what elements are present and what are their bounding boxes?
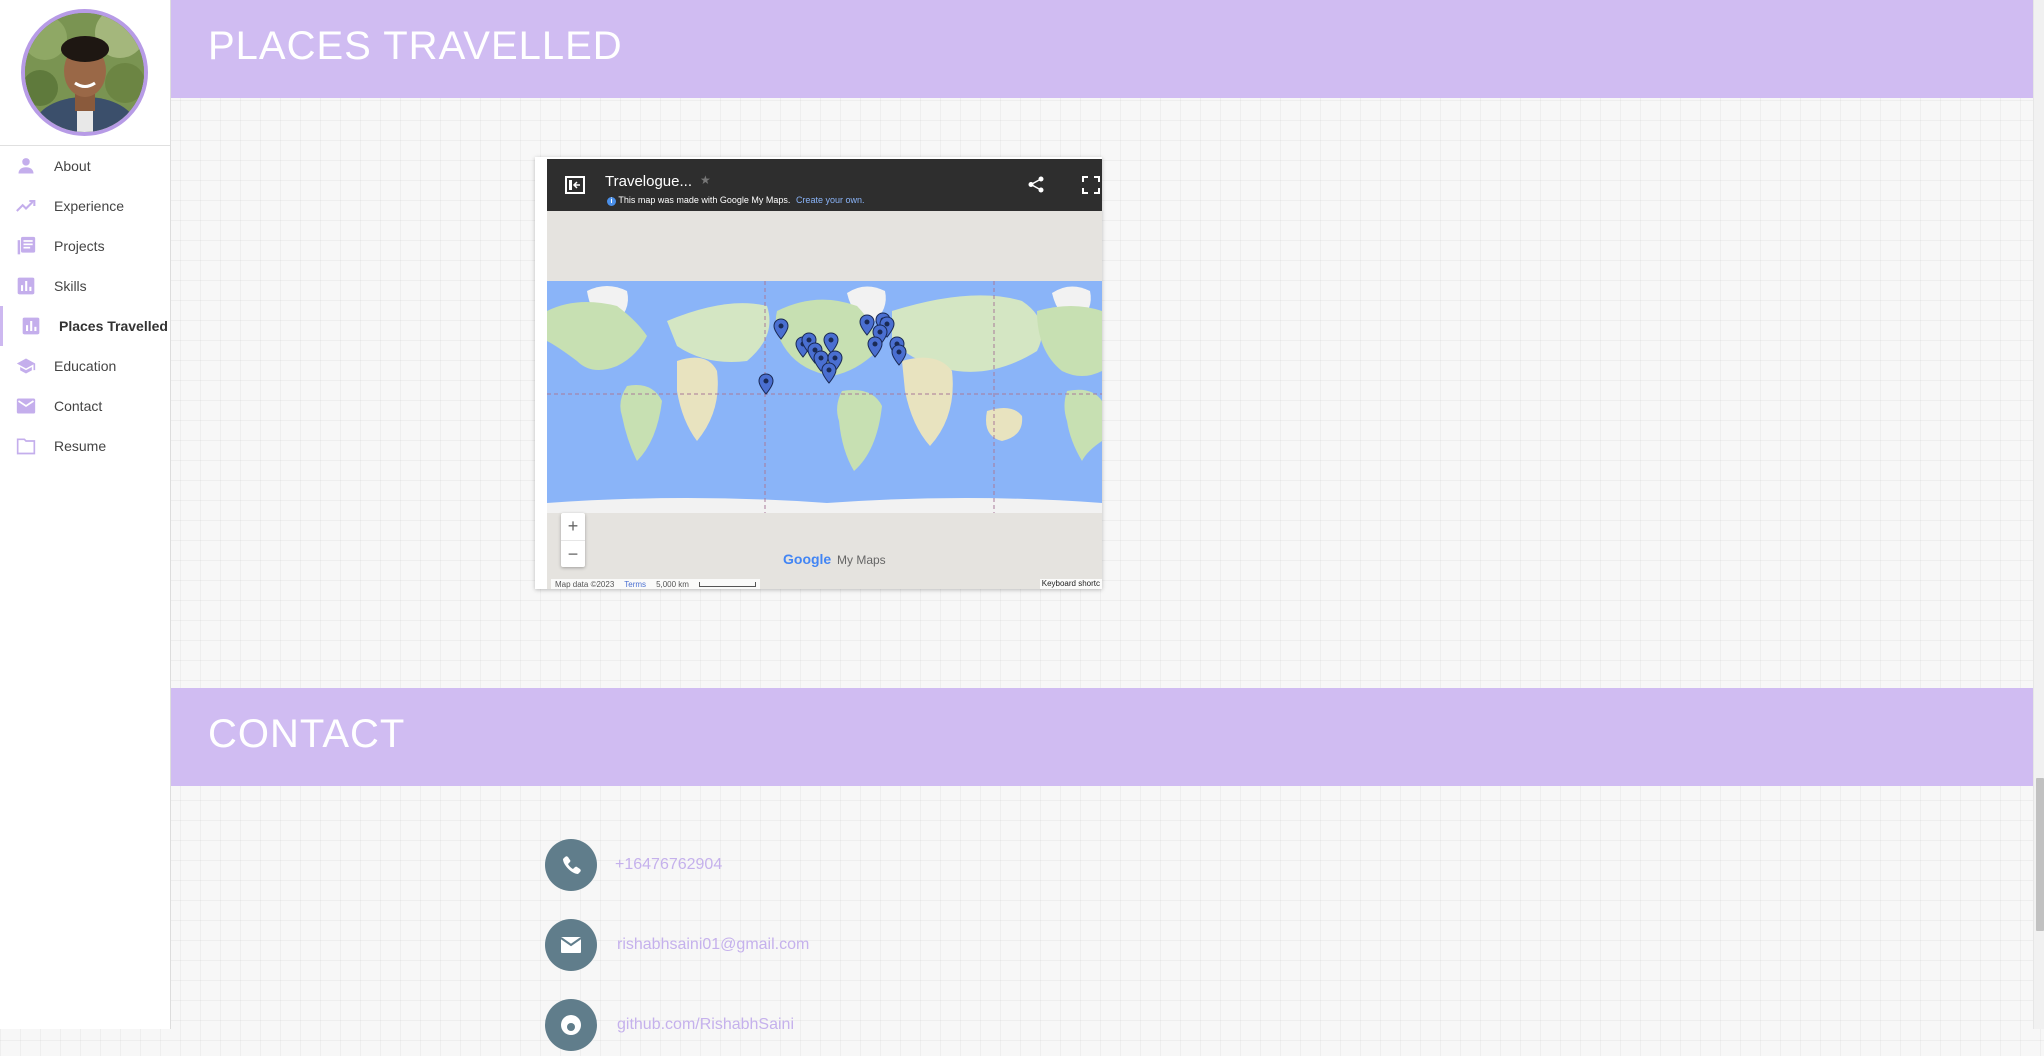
sidebar-item-education[interactable]: Education bbox=[0, 346, 170, 386]
mail-icon bbox=[545, 919, 597, 971]
scrollbar-thumb[interactable] bbox=[2036, 778, 2044, 931]
map-header-bar: Travelogue... ★ i This map was made with… bbox=[547, 159, 1102, 211]
zoom-out-button[interactable]: − bbox=[561, 540, 585, 568]
info-icon: i bbox=[607, 197, 616, 206]
map-footer: Map data ©2023 Terms 5,000 km Keyboard s… bbox=[547, 579, 1102, 589]
sidebar-item-label: Education bbox=[54, 358, 117, 374]
phone-link[interactable]: +16476762904 bbox=[615, 856, 722, 874]
map-pin bbox=[891, 344, 907, 366]
sidebar-item-about[interactable]: About bbox=[0, 146, 170, 186]
zoom-control: + − bbox=[561, 513, 585, 567]
sidebar-item-resume[interactable]: Resume bbox=[0, 426, 170, 466]
star-icon[interactable]: ★ bbox=[700, 173, 711, 187]
terms-link[interactable]: Terms bbox=[624, 580, 646, 589]
contact-email-row: rishabhsaini01@gmail.com bbox=[545, 919, 809, 971]
scale-bar bbox=[698, 581, 756, 587]
places-travelled-header: PLACES TRAVELLED bbox=[171, 0, 2033, 98]
sidebar-item-contact[interactable]: Contact bbox=[0, 386, 170, 426]
contact-header: CONTACT bbox=[171, 688, 2033, 786]
sidebar-item-places-travelled[interactable]: Places Travelled bbox=[0, 306, 170, 346]
map-pins bbox=[758, 312, 907, 395]
map-embed[interactable]: Travelogue... ★ i This map was made with… bbox=[535, 157, 1102, 589]
sidebar-item-experience[interactable]: Experience bbox=[0, 186, 170, 226]
sidebar: About Experience Projects Skills Places … bbox=[0, 0, 171, 1029]
sidebar-nav: About Experience Projects Skills Places … bbox=[0, 146, 170, 466]
map-data-text: Map data ©2023 bbox=[555, 579, 615, 589]
places-travelled-title: PLACES TRAVELLED bbox=[208, 24, 623, 68]
map-pin bbox=[823, 332, 839, 354]
github-icon bbox=[545, 999, 597, 1051]
email-link[interactable]: rishabhsaini01@gmail.com bbox=[617, 936, 809, 954]
sidebar-item-skills[interactable]: Skills bbox=[0, 266, 170, 306]
create-your-own-link[interactable]: Create your own. bbox=[796, 195, 865, 205]
zoom-in-button[interactable]: + bbox=[561, 513, 585, 540]
folder-icon bbox=[15, 436, 37, 456]
trending-up-icon bbox=[15, 196, 37, 216]
article-icon bbox=[15, 236, 37, 256]
sidebar-item-label: Skills bbox=[54, 278, 87, 294]
map-title: Travelogue... bbox=[605, 173, 692, 190]
avatar bbox=[21, 9, 148, 136]
sidebar-toggle-icon[interactable] bbox=[565, 176, 585, 199]
map-pin bbox=[773, 318, 789, 340]
mail-icon bbox=[15, 396, 37, 416]
scale-text: 5,000 km bbox=[656, 579, 689, 589]
sidebar-item-label: Resume bbox=[54, 438, 107, 454]
bar-chart-icon bbox=[15, 276, 37, 296]
map-pin bbox=[821, 362, 837, 384]
bar-chart-icon bbox=[20, 316, 42, 336]
phone-icon bbox=[545, 839, 597, 891]
sidebar-item-projects[interactable]: Projects bbox=[0, 226, 170, 266]
map-pin bbox=[867, 336, 883, 358]
map-pin bbox=[859, 314, 875, 336]
avatar-container bbox=[0, 0, 170, 146]
school-icon bbox=[15, 356, 37, 376]
keyboard-shortcuts-link[interactable]: Keyboard shortc bbox=[1039, 579, 1102, 589]
contact-github-row: github.com/RishabhSaini bbox=[545, 999, 794, 1051]
github-link[interactable]: github.com/RishabhSaini bbox=[617, 1016, 794, 1034]
person-icon bbox=[15, 156, 37, 176]
sidebar-item-label: Experience bbox=[54, 198, 125, 214]
sidebar-item-label: Places Travelled bbox=[59, 318, 168, 334]
map-pin bbox=[758, 373, 774, 395]
map-notice: i This map was made with Google My Maps.… bbox=[607, 195, 864, 206]
map-notice-text: This map was made with Google My Maps. bbox=[618, 195, 791, 205]
sidebar-item-label: About bbox=[54, 158, 91, 174]
contact-phone-row: +16476762904 bbox=[545, 839, 722, 891]
map-canvas[interactable]: Google My Maps + − Map data ©2023 Terms … bbox=[547, 211, 1102, 589]
page-scrollbar[interactable] bbox=[2033, 0, 2044, 1029]
contact-title: CONTACT bbox=[208, 712, 406, 756]
sidebar-item-label: Projects bbox=[54, 238, 105, 254]
share-icon[interactable] bbox=[1028, 176, 1044, 198]
sidebar-item-label: Contact bbox=[54, 398, 103, 414]
fullscreen-icon[interactable] bbox=[1082, 176, 1100, 199]
map-footer-left: Map data ©2023 Terms 5,000 km bbox=[551, 579, 760, 589]
